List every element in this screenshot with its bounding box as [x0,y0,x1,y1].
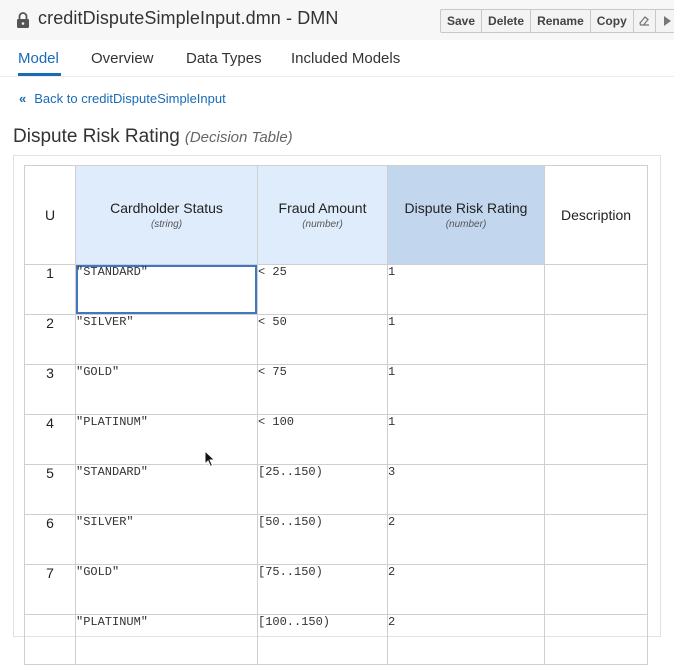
play-icon [663,16,671,26]
toolbar-button-group: Save Delete Rename Copy [440,9,674,33]
save-button[interactable]: Save [441,10,483,32]
cell-description[interactable] [544,264,648,315]
cell-fraud-amount[interactable]: [25..150) [257,464,388,515]
row-number[interactable]: 6 [24,514,76,565]
cell-description[interactable] [544,564,648,615]
cell-cardholder-status[interactable]: "GOLD" [75,364,258,415]
table-row: 2 "SILVER" < 50 1 [24,314,648,365]
cell-dispute-risk-rating[interactable]: 1 [387,364,545,415]
column-header-cardholder-status[interactable]: Cardholder Status (string) [75,165,258,265]
decision-name: Dispute Risk Rating [13,126,180,147]
column-type: (string) [150,219,183,230]
cell-dispute-risk-rating[interactable]: 2 [387,614,545,665]
column-name: Dispute Risk Rating [404,200,528,216]
column-header-description[interactable]: Description [544,165,648,265]
cell-cardholder-status[interactable]: "PLATINUM" [75,614,258,665]
back-link-label: Back to creditDisputeSimpleInput [34,91,226,106]
hit-policy-cell[interactable]: U [24,165,76,265]
table-row: 7 "GOLD" [75..150) 2 [24,564,648,615]
run-button[interactable] [656,10,674,32]
lock-icon [17,12,29,28]
table-row: 3 "GOLD" < 75 1 [24,364,648,415]
cell-cardholder-status[interactable]: "SILVER" [75,514,258,565]
tab-model[interactable]: Model [18,50,59,67]
cell-description[interactable] [544,464,648,515]
hit-policy-label: U [44,207,56,223]
cell-dispute-risk-rating[interactable]: 1 [387,264,545,315]
cell-dispute-risk-rating[interactable]: 2 [387,564,545,615]
cell-fraud-amount[interactable]: < 25 [257,264,388,315]
cell-fraud-amount[interactable]: [100..150) [257,614,388,665]
eraser-icon [639,16,650,26]
decision-table: U Cardholder Status (string) Fraud Amoun… [24,165,648,665]
eraser-button[interactable] [634,10,656,32]
cell-dispute-risk-rating[interactable]: 3 [387,464,545,515]
cell-fraud-amount[interactable]: < 50 [257,314,388,365]
table-row: 6 "SILVER" [50..150) 2 [24,514,648,565]
cell-description[interactable] [544,414,648,465]
row-number[interactable] [24,614,76,665]
window-title: creditDisputeSimpleInput.dmn - DMN [38,8,339,28]
cell-fraud-amount[interactable]: < 75 [257,364,388,415]
tab-bar: Model Overview Data Types Included Model… [0,40,674,77]
tab-overview[interactable]: Overview [91,50,154,67]
table-row: 5 "STANDARD" [25..150) 3 [24,464,648,515]
table-row: "PLATINUM" [100..150) 2 [24,614,648,665]
active-tab-indicator [18,73,61,76]
table-header-row: U Cardholder Status (string) Fraud Amoun… [24,165,648,265]
mouse-pointer-icon [204,450,216,468]
rename-button[interactable]: Rename [531,10,591,32]
decision-kind: (Decision Table) [184,129,293,146]
cell-fraud-amount[interactable]: < 100 [257,414,388,465]
cell-fraud-amount[interactable]: [75..150) [257,564,388,615]
row-number[interactable]: 5 [24,464,76,515]
page-title: Dispute Risk Rating (Decision Table) [13,126,293,148]
title-bar: creditDisputeSimpleInput.dmn - DMN Save … [0,0,674,41]
cell-dispute-risk-rating[interactable]: 1 [387,314,545,365]
column-type: (number) [445,219,487,230]
delete-button[interactable]: Delete [482,10,532,32]
row-number[interactable]: 3 [24,364,76,415]
cell-description[interactable] [544,514,648,565]
cell-fraud-amount[interactable]: [50..150) [257,514,388,565]
row-number[interactable]: 7 [24,564,76,615]
cell-description[interactable] [544,364,648,415]
cell-cardholder-status[interactable]: "GOLD" [75,564,258,615]
row-number[interactable]: 4 [24,414,76,465]
column-name: Fraud Amount [278,200,367,216]
cell-dispute-risk-rating[interactable]: 1 [387,414,545,465]
back-link[interactable]: « Back to creditDisputeSimpleInput [19,91,226,106]
cell-cardholder-status[interactable]: "STANDARD" [75,264,258,315]
column-header-fraud-amount[interactable]: Fraud Amount (number) [257,165,388,265]
row-number[interactable]: 2 [24,314,76,365]
row-number[interactable]: 1 [24,264,76,315]
cell-description[interactable] [544,614,648,665]
column-type: (number) [302,219,343,230]
cell-cardholder-status[interactable]: "STANDARD" [75,464,258,515]
column-name: Description [560,207,632,223]
column-header-dispute-risk-rating[interactable]: Dispute Risk Rating (number) [387,165,545,265]
table-row: 4 "PLATINUM" < 100 1 [24,414,648,465]
copy-button[interactable]: Copy [591,10,634,32]
cell-dispute-risk-rating[interactable]: 2 [387,514,545,565]
tab-data-types[interactable]: Data Types [186,50,262,67]
cell-cardholder-status[interactable]: "PLATINUM" [75,414,258,465]
cell-cardholder-status[interactable]: "SILVER" [75,314,258,365]
tab-included-models[interactable]: Included Models [291,50,400,67]
cell-description[interactable] [544,314,648,365]
double-chevron-left-icon: « [19,91,27,106]
column-name: Cardholder Status [110,200,223,216]
table-row: 1 "STANDARD" < 25 1 [24,264,648,315]
